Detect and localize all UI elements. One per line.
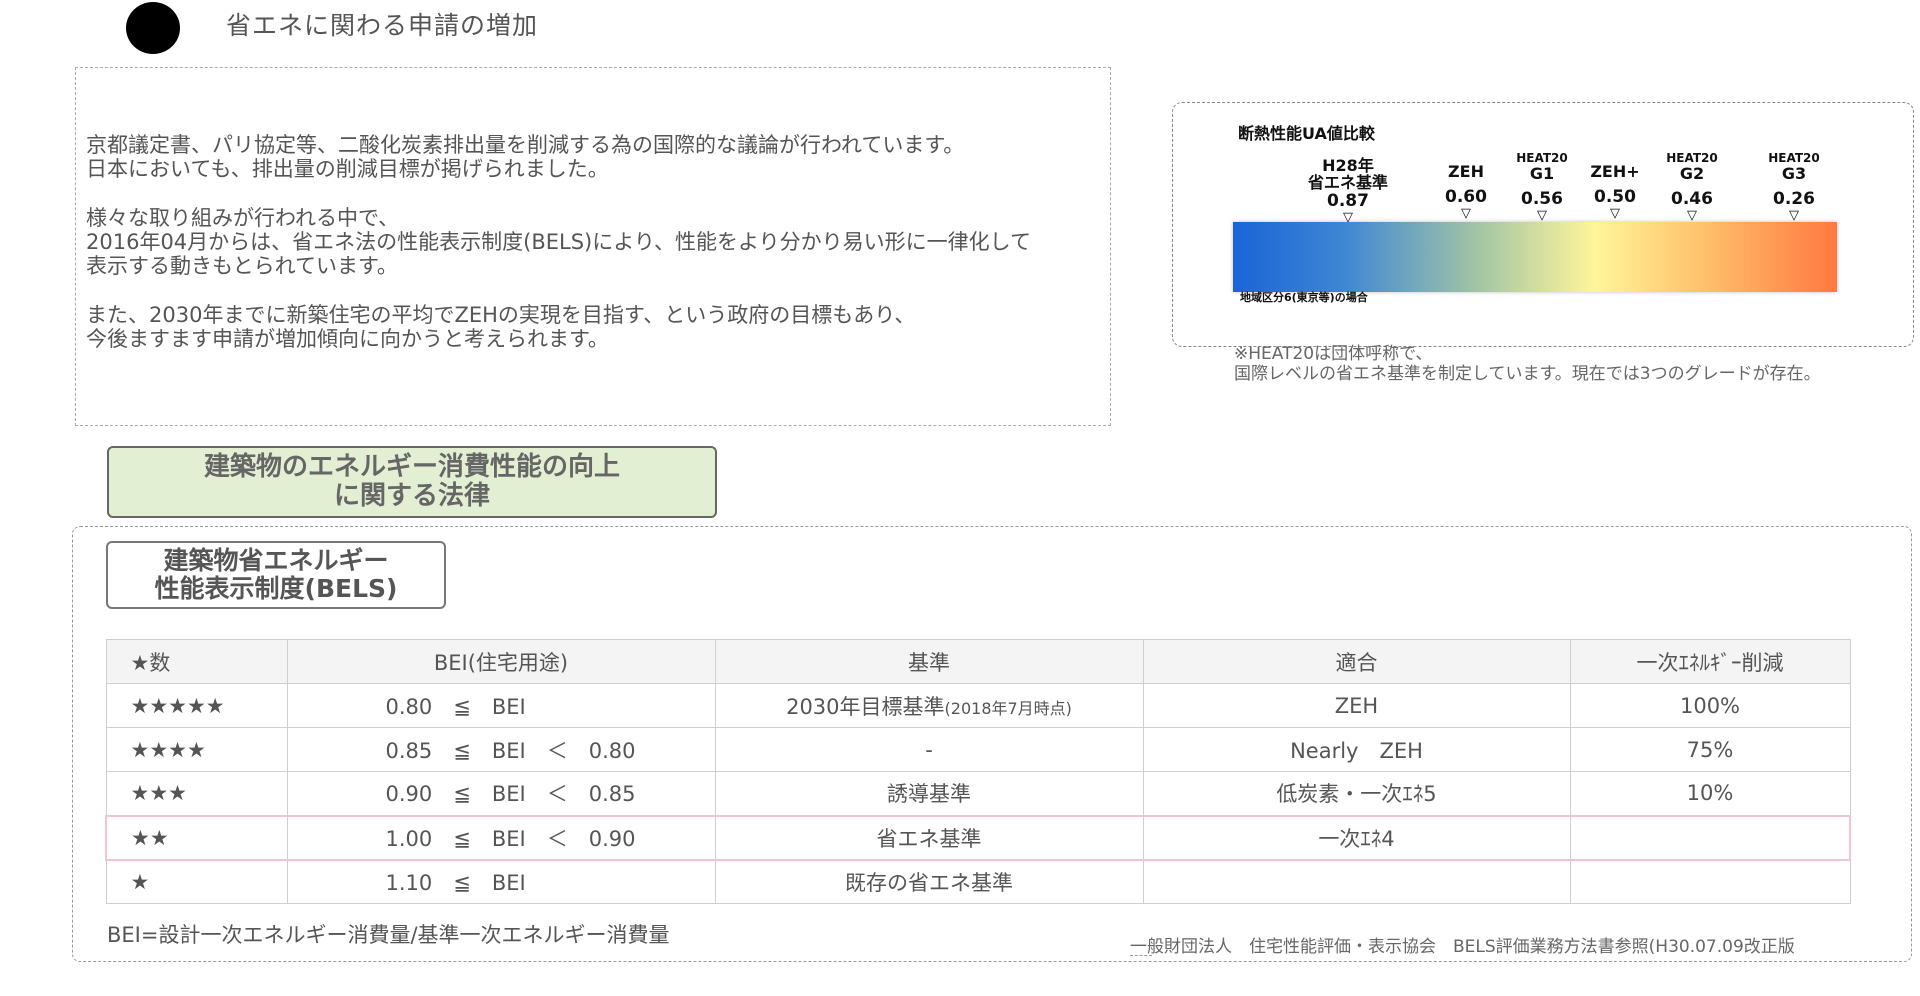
header-reduction: 一次ｴﾈﾙｷﾞｰ削減 bbox=[1569, 639, 1851, 684]
intro-line: また、2030年までに新築住宅の平均でZEHの実現を目指す、という政府の目標もあ… bbox=[86, 303, 916, 327]
standard-cell: 省エネ基準 bbox=[714, 814, 1144, 861]
standard-cell: 誘導基準 bbox=[714, 771, 1144, 816]
bei-cell: 0.85 ≦ BEI ＜ 0.80 bbox=[286, 727, 716, 772]
reduction-cell: 100% bbox=[1569, 683, 1851, 728]
ua-marker-value: 0.26 bbox=[1773, 189, 1815, 209]
region-note: 地域区分6(東京等)の場合 bbox=[1240, 291, 1368, 304]
standard-cell: 既存の省エネ基準 bbox=[714, 859, 1144, 904]
bels-table: ★数 BEI(住宅用途) 基準 適合 一次ｴﾈﾙｷﾞｰ削減 ★★★★★ 0.80… bbox=[105, 639, 1851, 904]
bei-formula: BEI=設計一次エネルギー消費量/基準一次エネルギー消費量 bbox=[107, 923, 670, 947]
bei-cell: 0.80 ≦ BEI bbox=[286, 683, 716, 728]
stars-cell: ★★★★★ bbox=[105, 683, 288, 728]
reduction-cell bbox=[1569, 814, 1851, 861]
stars-cell: ★★★★ bbox=[105, 727, 288, 772]
ua-marker-label: G3 bbox=[1781, 164, 1807, 183]
source-note: 一般財団法人 住宅性能評価・表示協会 BELS評価業務方法書参照(H30.07.… bbox=[1130, 937, 1795, 957]
intro-line: 日本においても、排出量の削減目標が掲げられました。 bbox=[86, 157, 609, 181]
ua-marker-label: H28年 省エネ基準 bbox=[1307, 156, 1388, 192]
intro-text-box: 京都議定書、パリ協定等、二酸化炭素排出量を削減する為の国際的な議論が行われていま… bbox=[75, 67, 1111, 426]
stars-cell: ★ bbox=[105, 859, 288, 904]
ua-marker-value: 0.87 bbox=[1327, 191, 1369, 211]
table-row: ★ 1.10 ≦ BEI 既存の省エネ基準 bbox=[105, 859, 1851, 904]
standard-cell: - bbox=[714, 727, 1144, 772]
source-divider bbox=[1130, 955, 1152, 956]
standard-text: 2030年目標基準 bbox=[786, 694, 945, 719]
bullet-dot bbox=[126, 2, 180, 54]
table-row: ★★★ 0.90 ≦ BEI ＜ 0.85 誘導基準 低炭素・一次ｴﾈ5 10% bbox=[105, 771, 1851, 816]
fit-cell: 一次ｴﾈ4 bbox=[1142, 814, 1571, 861]
ua-gradient-bar bbox=[1233, 222, 1837, 292]
reduction-cell: 75% bbox=[1569, 727, 1851, 772]
intro-line: 2016年04月からは、省エネ法の性能表示制度(BELS)により、性能をより分か… bbox=[86, 230, 1031, 254]
table-row-highlighted: ★★ 1.00 ≦ BEI ＜ 0.90 省エネ基準 一次ｴﾈ4 bbox=[105, 814, 1851, 861]
intro-line: 今後ますます申請が増加傾向に向かうと考えられます。 bbox=[86, 327, 609, 351]
header-fit: 適合 bbox=[1142, 639, 1571, 684]
ua-chart-title: 断熱性能UA値比較 bbox=[1238, 124, 1375, 143]
intro-line: 様々な取り組みが行われる中で、 bbox=[86, 206, 400, 230]
stars-cell: ★★★ bbox=[105, 771, 288, 816]
bei-cell: 1.00 ≦ BEI ＜ 0.90 bbox=[286, 814, 716, 861]
stars-cell: ★★ bbox=[105, 814, 288, 861]
fit-cell: 低炭素・一次ｴﾈ5 bbox=[1142, 771, 1571, 816]
header-bei: BEI(住宅用途) bbox=[286, 639, 716, 684]
standard-cell: 2030年目標基準(2018年7月時点) bbox=[714, 683, 1144, 728]
section-heading: 省エネに関わる申請の増加 bbox=[226, 11, 539, 40]
triangle-down-icon: ▽ bbox=[1789, 208, 1799, 223]
standard-note: (2018年7月時点) bbox=[944, 698, 1072, 718]
table-row: ★★★★★ 0.80 ≦ BEI 2030年目標基準(2018年7月時点) ZE… bbox=[105, 683, 1851, 728]
reduction-cell: 10% bbox=[1569, 771, 1851, 816]
ua-marker-h28: H28年 省エネ基準 0.87 ▽ bbox=[1288, 157, 1408, 224]
law-title-box: 建築物のエネルギー消費性能の向上 に関する法律 bbox=[107, 446, 717, 518]
intro-line: 表示する動きもとられています。 bbox=[86, 254, 398, 278]
bei-cell: 1.10 ≦ BEI bbox=[286, 859, 716, 904]
fit-cell: Nearly ZEH bbox=[1142, 727, 1571, 772]
bei-cell: 0.90 ≦ BEI ＜ 0.85 bbox=[286, 771, 716, 816]
table-row: ★★★★ 0.85 ≦ BEI ＜ 0.80 - Nearly ZEH 75% bbox=[105, 727, 1851, 772]
fit-cell: ZEH bbox=[1142, 683, 1571, 728]
heat20-note: ※HEAT20は団体呼称で、 国際レベルの省エネ基準を制定しています。現在では3… bbox=[1234, 344, 1821, 384]
header-stars: ★数 bbox=[105, 639, 288, 684]
bels-title-box: 建築物省エネルギー 性能表示制度(BELS) bbox=[106, 541, 446, 609]
intro-line: 京都議定書、パリ協定等、二酸化炭素排出量を削減する為の国際的な議論が行われていま… bbox=[86, 133, 965, 157]
table-header-row: ★数 BEI(住宅用途) 基準 適合 一次ｴﾈﾙｷﾞｰ削減 bbox=[105, 639, 1851, 684]
fit-cell bbox=[1142, 859, 1571, 904]
ua-marker-heat20-g3: HEAT20 G3 0.26 ▽ bbox=[1734, 152, 1854, 223]
header-standard: 基準 bbox=[714, 639, 1144, 684]
reduction-cell bbox=[1569, 859, 1851, 904]
